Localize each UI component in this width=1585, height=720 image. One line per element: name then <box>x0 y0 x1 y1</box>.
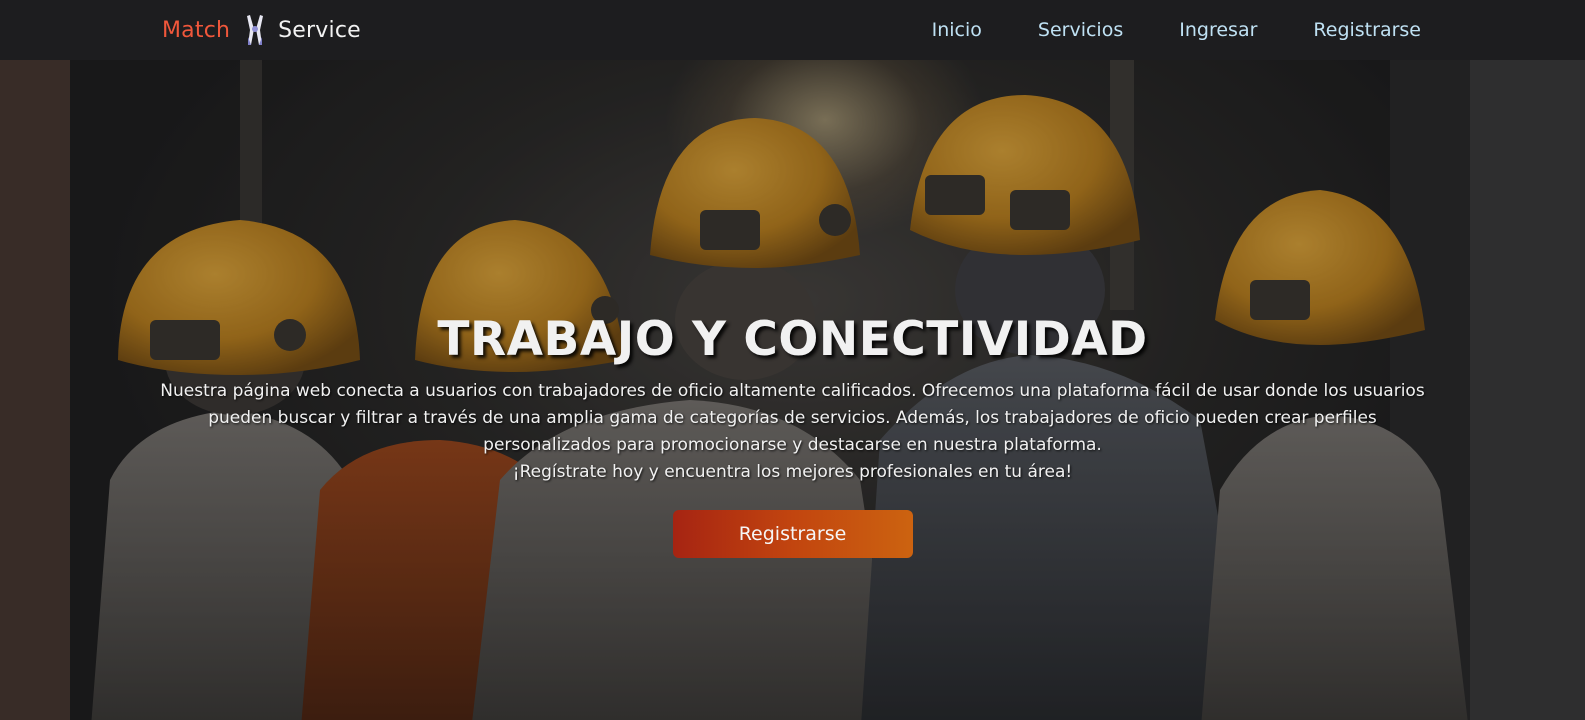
brand-name-match: Match <box>162 17 231 43</box>
nav-link-registrarse[interactable]: Registrarse <box>1313 19 1421 41</box>
brand-name-service: Service <box>278 17 361 43</box>
register-button[interactable]: Registrarse <box>672 510 913 558</box>
nav-link-servicios[interactable]: Servicios <box>1038 19 1123 41</box>
top-navbar: Match Service Inicio Servicios Ingresar … <box>0 0 1585 60</box>
hero-description: Nuestra página web conecta a usuarios co… <box>160 381 1425 455</box>
pliers-icon <box>240 13 270 47</box>
hero-content: TRABAJO Y CONECTIVIDAD Nuestra página we… <box>0 308 1585 558</box>
hero-section: TRABAJO Y CONECTIVIDAD Nuestra página we… <box>0 60 1585 720</box>
nav-link-ingresar[interactable]: Ingresar <box>1179 19 1257 41</box>
brand-logo[interactable]: Match Service <box>162 0 361 60</box>
hero-title: TRABAJO Y CONECTIVIDAD <box>437 312 1148 367</box>
hero-tagline: ¡Regístrate hoy y encuentra los mejores … <box>512 462 1073 482</box>
nav-link-inicio[interactable]: Inicio <box>932 19 982 41</box>
nav-menu: Inicio Servicios Ingresar Registrarse <box>932 0 1421 60</box>
